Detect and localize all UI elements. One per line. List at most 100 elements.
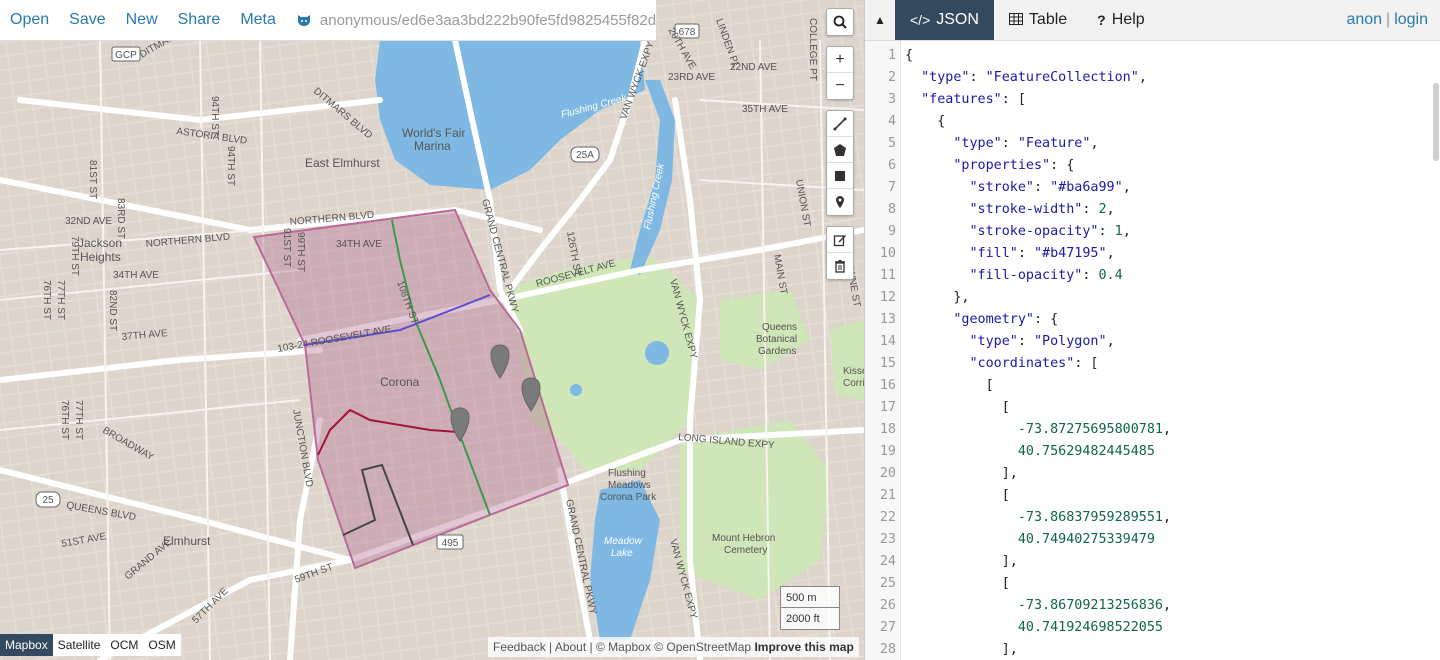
line-number: 19: [879, 444, 896, 459]
code-line[interactable]: {: [905, 111, 1440, 133]
layer-mapbox[interactable]: Mapbox: [0, 634, 53, 656]
json-editor[interactable]: 1 2 3 4 5 6 7 8 9 10 11 12 13 14 15 16 17 18 19 20 21 22 23 24 2…: [865, 41, 1440, 660]
edit-icon: [833, 234, 846, 246]
map-tiles[interactable]: GCP 678 25A 25 495 World's Fair Marina F…: [0, 0, 864, 660]
code-line[interactable]: "properties": {: [905, 155, 1440, 177]
code-line[interactable]: "stroke-opacity": 1,: [905, 221, 1440, 243]
layer-switcher: Mapbox Satellite OCM OSM: [0, 634, 181, 656]
code-line[interactable]: ],: [905, 551, 1440, 573]
line-number: 2: [887, 70, 896, 85]
code-line[interactable]: "type": "Polygon",: [905, 331, 1440, 353]
tab-table[interactable]: Table: [994, 0, 1082, 40]
code-line[interactable]: 40.74940275339479: [905, 529, 1440, 551]
edit-layers-button[interactable]: [827, 227, 853, 253]
menu-share[interactable]: Share: [178, 11, 221, 29]
label-botanical: Botanical: [756, 334, 797, 345]
code-line[interactable]: [: [905, 375, 1440, 397]
code-line[interactable]: ],: [905, 639, 1440, 660]
label-76th-st-2: 76TH ST: [59, 400, 70, 440]
draw-marker-button[interactable]: [827, 189, 853, 215]
tab-json[interactable]: </> JSON: [895, 0, 994, 40]
tab-help[interactable]: ? Help: [1082, 0, 1159, 40]
label-34th-ave-2: 34TH AVE: [336, 239, 382, 250]
delete-layers-button[interactable]: [827, 253, 853, 279]
code-line[interactable]: [: [905, 485, 1440, 507]
about-link[interactable]: About: [555, 640, 586, 654]
collapse-pane-button[interactable]: ▲: [865, 0, 895, 40]
menu-new[interactable]: New: [126, 11, 158, 29]
label-elmhurst: Elmhurst: [163, 534, 211, 548]
zoom-in-button[interactable]: +: [827, 47, 853, 73]
label-corona-park: Corona Park: [600, 492, 657, 503]
scale-metric: 500 m: [780, 586, 840, 608]
line-number: 26: [879, 598, 896, 613]
mapbox-credit[interactable]: © Mapbox: [596, 640, 651, 654]
minus-icon: −: [835, 77, 845, 94]
map-canvas[interactable]: GCP 678 25A 25 495 World's Fair Marina F…: [0, 0, 864, 660]
search-button[interactable]: [827, 9, 853, 35]
code-line[interactable]: },: [905, 287, 1440, 309]
code-line[interactable]: "type": "FeatureCollection",: [905, 67, 1440, 89]
menu-open[interactable]: Open: [10, 11, 49, 29]
label-32nd-ave: 32ND AVE: [65, 216, 112, 227]
line-number: 9: [887, 224, 896, 239]
tab-table-label: Table: [1028, 11, 1068, 28]
code-line[interactable]: {: [905, 45, 1440, 67]
zoom-out-button[interactable]: −: [827, 73, 853, 99]
line-number: 24: [879, 554, 896, 569]
line-number: 5: [887, 136, 896, 151]
layer-osm[interactable]: OSM: [143, 634, 181, 656]
user-separator: |: [1386, 11, 1391, 28]
editor-scrollbar[interactable]: [1433, 83, 1439, 161]
file-source[interactable]: anonymous/ed6e3aa3bd222b90fe5fd9825455f8…: [296, 12, 656, 29]
line-icon: [833, 117, 847, 130]
code-line[interactable]: "stroke-width": 2,: [905, 199, 1440, 221]
code-line[interactable]: ],: [905, 463, 1440, 485]
improve-map-link[interactable]: Improve this map: [754, 640, 853, 654]
label-99th-st: 99TH ST: [295, 232, 306, 272]
layer-satellite[interactable]: Satellite: [52, 634, 106, 656]
code-line[interactable]: "features": [: [905, 89, 1440, 111]
draw-rectangle-button[interactable]: [827, 163, 853, 189]
code-line[interactable]: "stroke": "#ba6a99",: [905, 177, 1440, 199]
label-94th-st: 94TH ST: [209, 96, 220, 136]
anon-link[interactable]: anon: [1346, 11, 1382, 29]
map-attribution: Feedback | About | © Mapbox © OpenStreet…: [488, 637, 859, 657]
line-number-gutter: 1 2 3 4 5 6 7 8 9 10 11 12 13 14 15 16 17 18 19 20 21 22 23 24 2…: [865, 41, 901, 660]
code-line[interactable]: 40.741924698522055: [905, 617, 1440, 639]
polygon-icon: [834, 143, 846, 156]
label-corona: Corona: [380, 375, 420, 389]
label-queens: Queens: [762, 322, 797, 333]
code-line[interactable]: -73.87275695800781,: [905, 419, 1440, 441]
code-line[interactable]: "coordinates": [: [905, 353, 1440, 375]
code-line[interactable]: "geometry": {: [905, 309, 1440, 331]
code-line[interactable]: -73.86837959289551,: [905, 507, 1440, 529]
label-lake: Lake: [611, 548, 633, 559]
login-link[interactable]: login: [1394, 11, 1428, 29]
layer-ocm[interactable]: OCM: [105, 634, 144, 656]
draw-polygon-button[interactable]: [827, 137, 853, 163]
tab-json-label: JSON: [936, 11, 979, 28]
scale-imperial: 2000 ft: [780, 608, 840, 630]
search-icon: [833, 15, 847, 29]
user-links: anon | login: [1346, 0, 1440, 40]
menu-meta[interactable]: Meta: [240, 11, 276, 29]
code-line[interactable]: "fill": "#b47195",: [905, 243, 1440, 265]
menu-save[interactable]: Save: [69, 11, 105, 29]
label-83rd-st: 83RD ST: [115, 198, 126, 239]
scale-bar: 500 m 2000 ft: [780, 586, 840, 630]
code-line[interactable]: 40.75629482445485: [905, 441, 1440, 463]
code-line[interactable]: -73.86709213256836,: [905, 595, 1440, 617]
line-number: 4: [887, 114, 896, 129]
code-line[interactable]: "type": "Feature",: [905, 133, 1440, 155]
line-number: 20: [879, 466, 896, 481]
line-number: 27: [879, 620, 896, 635]
tab-help-label: Help: [1111, 11, 1145, 28]
code-area[interactable]: { "type": "FeatureCollection", "features…: [901, 41, 1440, 660]
osm-credit[interactable]: © OpenStreetMap: [654, 640, 751, 654]
code-line[interactable]: "fill-opacity": 0.4: [905, 265, 1440, 287]
code-line[interactable]: [: [905, 573, 1440, 595]
code-line[interactable]: [: [905, 397, 1440, 419]
feedback-link[interactable]: Feedback: [493, 640, 546, 654]
draw-line-button[interactable]: [827, 111, 853, 137]
